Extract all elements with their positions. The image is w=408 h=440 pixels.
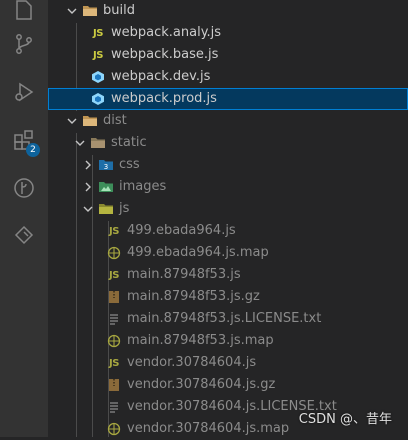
tree-file[interactable]: JS 499.ebada964.js: [48, 220, 408, 242]
folder-label: css: [119, 157, 140, 172]
run-debug-icon[interactable]: [0, 68, 48, 116]
folder-open-icon: [82, 113, 98, 129]
tree-file-webpack-analy[interactable]: JS webpack.analy.js: [48, 22, 408, 44]
js-file-icon: JS: [93, 49, 103, 61]
js-file-icon: JS: [93, 27, 103, 39]
tree-folder-images[interactable]: images: [48, 176, 408, 198]
file-label: main.87948f53.js.gz: [127, 289, 260, 304]
file-label: 499.ebada964.js.map: [127, 245, 269, 260]
sourcemap-icon: [106, 245, 122, 261]
tree-file[interactable]: main.87948f53.js.map: [48, 330, 408, 352]
sourcemap-icon: [106, 333, 122, 349]
source-control-icon[interactable]: [0, 20, 48, 68]
file-explorer-tree: build JS webpack.analy.js JS webpack.bas…: [48, 0, 408, 437]
webpack-icon: [90, 69, 106, 85]
js-file-icon: JS: [109, 357, 119, 369]
file-label: webpack.base.js: [111, 47, 219, 62]
file-label: main.87948f53.js.map: [127, 333, 274, 348]
tree-file-webpack-prod[interactable]: webpack.prod.js: [48, 88, 408, 110]
tree-file-webpack-dev[interactable]: webpack.dev.js: [48, 66, 408, 88]
tree-folder-dist[interactable]: dist: [48, 110, 408, 132]
images-folder-icon: [98, 179, 114, 195]
tree-file[interactable]: JS vendor.30784604.js: [48, 352, 408, 374]
js-folder-open-icon: [98, 201, 114, 217]
sourcemap-icon: [106, 421, 122, 437]
watermark: CSDN @、昔年: [298, 412, 392, 427]
folder-open-icon: [90, 135, 106, 151]
text-file-icon: [106, 311, 122, 327]
tree-file[interactable]: 499.ebada964.js.map: [48, 242, 408, 264]
tree-folder-build[interactable]: build: [48, 0, 408, 22]
file-label: 499.ebada964.js: [127, 223, 236, 238]
js-file-icon: JS: [109, 225, 119, 237]
tree-file[interactable]: main.87948f53.js.gz: [48, 286, 408, 308]
chevron-down-icon: [80, 201, 96, 217]
folder-label: dist: [103, 113, 127, 128]
tree-file[interactable]: vendor.30784604.js.gz: [48, 374, 408, 396]
extensions-icon[interactable]: 2: [0, 116, 48, 164]
archive-icon: [106, 289, 122, 305]
chevron-right-icon: [80, 157, 96, 173]
extensions-badge: 2: [26, 143, 40, 157]
css-folder-icon: 3: [98, 157, 114, 173]
chevron-right-icon: [80, 179, 96, 195]
tree-file-webpack-base[interactable]: JS webpack.base.js: [48, 44, 408, 66]
folder-label: images: [119, 179, 167, 194]
tree-file[interactable]: main.87948f53.js.LICENSE.txt: [48, 308, 408, 330]
file-label: vendor.30784604.js.gz: [127, 377, 276, 392]
file-label: main.87948f53.js: [127, 267, 241, 282]
git-graph-icon[interactable]: [0, 164, 48, 212]
file-label: webpack.prod.js: [111, 91, 217, 106]
svg-text:3: 3: [104, 163, 108, 171]
folder-label: js: [119, 201, 130, 216]
activity-bar: 2: [0, 0, 48, 437]
folder-label: static: [111, 135, 147, 150]
tree-folder-js[interactable]: js: [48, 198, 408, 220]
chevron-down-icon: [64, 3, 80, 19]
webpack-icon: [90, 91, 106, 107]
tree-file[interactable]: JS main.87948f53.js: [48, 264, 408, 286]
file-label: webpack.analy.js: [111, 25, 222, 40]
file-label: main.87948f53.js.LICENSE.txt: [127, 311, 322, 326]
text-file-icon: [106, 399, 122, 415]
remote-explorer-icon[interactable]: [0, 212, 48, 260]
chevron-down-icon: [72, 135, 88, 151]
file-label: webpack.dev.js: [111, 69, 211, 84]
js-file-icon: JS: [109, 269, 119, 281]
chevron-down-icon: [64, 113, 80, 129]
archive-icon: [106, 377, 122, 393]
folder-open-icon: [82, 3, 98, 19]
tree-folder-css[interactable]: 3 css: [48, 154, 408, 176]
folder-label: build: [103, 3, 135, 18]
file-label: vendor.30784604.js: [127, 355, 257, 370]
tree-folder-static[interactable]: static: [48, 132, 408, 154]
